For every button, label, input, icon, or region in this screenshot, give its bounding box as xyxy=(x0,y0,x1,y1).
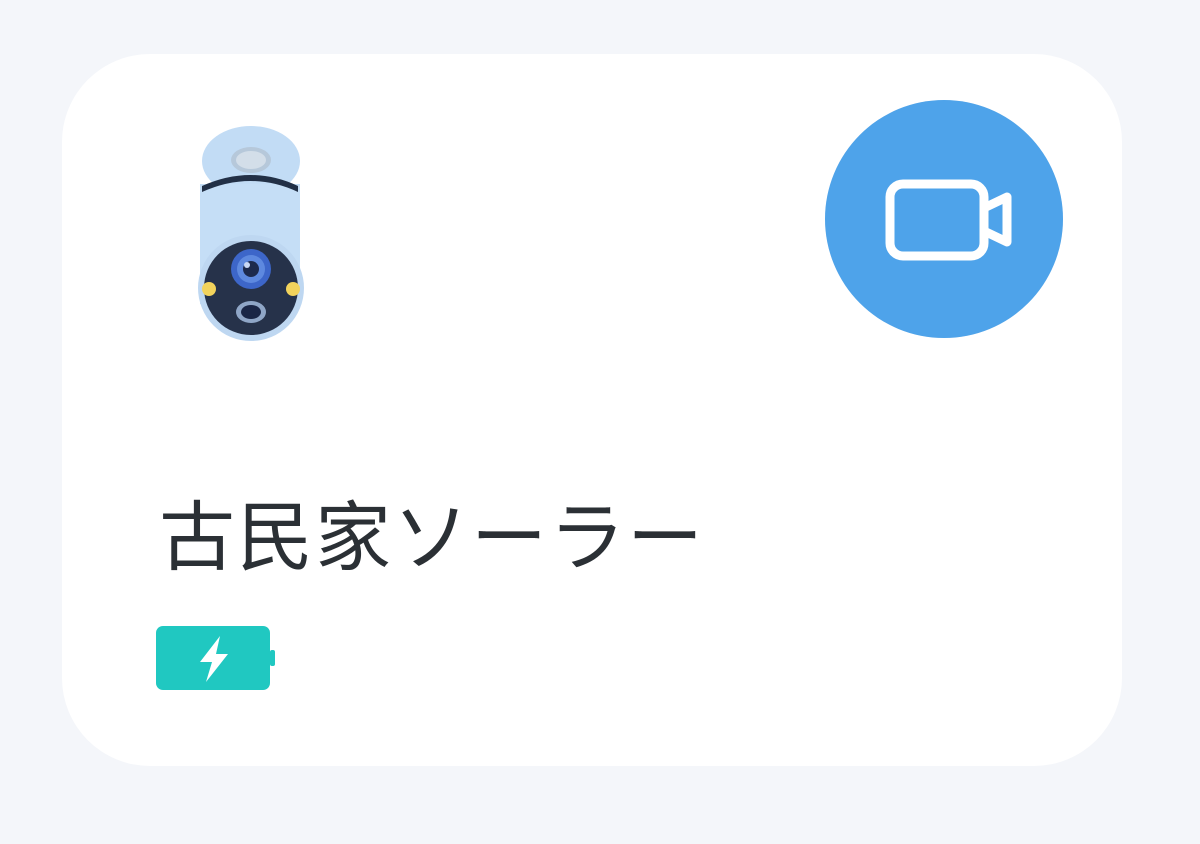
record-video-button[interactable] xyxy=(825,100,1063,338)
device-name: 古民家ソーラー xyxy=(159,493,705,582)
video-camera-icon xyxy=(825,100,1063,338)
battery-charging-icon xyxy=(156,626,280,690)
device-card[interactable]: 古民家ソーラー xyxy=(62,54,1122,766)
bullet-camera-icon xyxy=(194,126,306,342)
